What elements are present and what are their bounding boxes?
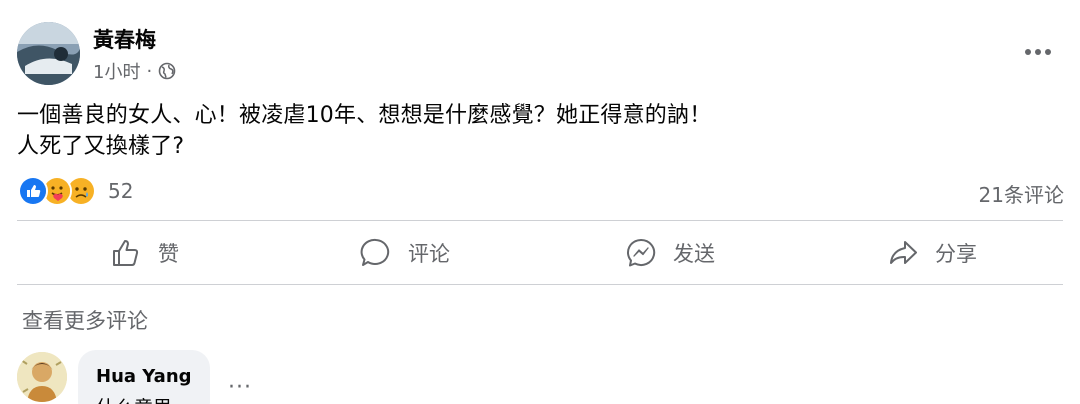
comment-options-icon[interactable]: ··· [228, 375, 252, 400]
commenter-avatar[interactable] [17, 352, 67, 402]
share-button[interactable]: 分享 [887, 232, 977, 274]
comment-label: 评论 [408, 242, 450, 266]
reaction-summary[interactable]: 52 [18, 176, 133, 206]
author-name[interactable]: 黃春梅 [93, 24, 156, 54]
messenger-icon [626, 238, 656, 267]
post-time[interactable]: 1小时 [93, 58, 140, 84]
send-button[interactable]: 发送 [625, 232, 715, 274]
post-meta: 1小时 · [93, 58, 176, 84]
post-body-line-1: 一個善良的女人、心！被凌虐10年、想想是什麼感覺？她正得意的訥！ [17, 103, 712, 128]
comment-bubble-icon [360, 238, 390, 266]
view-more-comments-link[interactable]: 查看更多评论 [22, 305, 148, 335]
comment-button[interactable]: 评论 [360, 232, 450, 274]
post-body-line-2: 人死了又換樣了? [17, 134, 185, 159]
author-avatar[interactable] [17, 22, 80, 85]
meta-separator: · [146, 60, 153, 82]
reaction-count: 52 [108, 179, 134, 203]
globe-icon [158, 62, 176, 80]
share-label: 分享 [935, 242, 977, 266]
comment-count-link[interactable]: 21条评论 [979, 179, 1064, 208]
share-arrow-icon [890, 241, 917, 264]
post-body: 一個善良的女人、心！被凌虐10年、想想是什麼感覺？她正得意的訥！ 人死了又換樣了… [17, 100, 711, 162]
like-label: 赞 [158, 242, 179, 266]
divider-bottom [17, 284, 1063, 285]
like-button[interactable]: 赞 [110, 232, 179, 274]
divider-top [17, 220, 1063, 221]
thumbs-up-icon [113, 240, 139, 266]
send-label: 发送 [673, 242, 715, 266]
like-reaction-icon [18, 176, 48, 206]
more-options-icon[interactable] [1018, 40, 1058, 64]
commenter-name[interactable]: Hua Yang [96, 366, 210, 387]
comment-bubble[interactable]: Hua Yang 什么意思 [78, 350, 210, 404]
facebook-post: 黃春梅 1小时 · 一個善良的女人、心！被凌虐10年、想想是什麼感覺？她正得意的… [0, 0, 1080, 404]
comment-text: 什么意思 [96, 393, 210, 404]
